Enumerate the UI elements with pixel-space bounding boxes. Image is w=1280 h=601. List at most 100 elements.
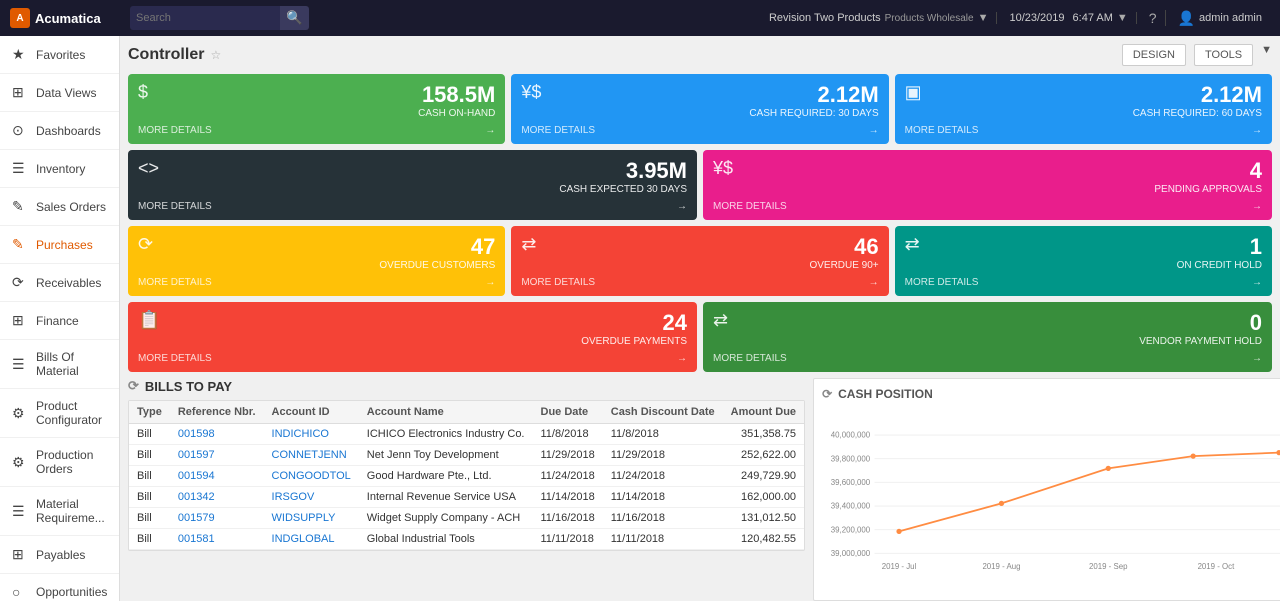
bill-due-date: 11/24/2018 (533, 466, 603, 487)
cash-pos-refresh-icon[interactable]: ⟳ (822, 387, 832, 401)
bills-col-header: Amount Due (723, 401, 804, 424)
finance-icon: ⊞ (12, 312, 28, 329)
opportunities-icon: ○ (12, 584, 28, 600)
tile-label-cash-expected: CASH EXPECTED 30 DAYS (559, 184, 687, 195)
tile-more-overdue-customers[interactable]: MORE DETAILS (138, 277, 212, 288)
bill-due-date: 11/11/2018 (533, 529, 603, 550)
tile-overdue-customers[interactable]: ⟳ 47 OVERDUE CUSTOMERS MORE DETAILS → (128, 226, 505, 296)
search-wrapper: 🔍 (130, 6, 309, 30)
app-logo[interactable]: A Acumatica (10, 8, 120, 28)
tile-vendor-payment-hold[interactable]: ⇄ 0 VENDOR PAYMENT HOLD MORE DETAILS → (703, 302, 1272, 372)
tile-cash-expected[interactable]: <> 3.95M CASH EXPECTED 30 DAYS MORE DETA… (128, 150, 697, 220)
sidebar-item-product-config[interactable]: ⚙Product Configurator (0, 389, 119, 438)
tile-icon-vendor-payment-hold: ⇄ (713, 310, 728, 331)
tile-on-credit-hold[interactable]: ⇄ 1 ON CREDIT HOLD MORE DETAILS → (895, 226, 1272, 296)
sidebar-item-dashboards[interactable]: ⊙Dashboards (0, 112, 119, 150)
help-section[interactable]: ? (1141, 10, 1166, 26)
sidebar-item-finance[interactable]: ⊞ Finance (0, 302, 119, 340)
bill-ref: 001581 (170, 529, 264, 550)
datetime-info[interactable]: 10/23/2019 6:47 AM ▼ (1001, 12, 1136, 24)
svg-text:2019 - Jul: 2019 - Jul (882, 562, 917, 571)
tile-label-cash-on-hand: CASH ON-HAND (418, 108, 495, 119)
bill-ref-link[interactable]: 001598 (178, 428, 215, 440)
sidebar-item-inventory[interactable]: ☰Inventory (0, 150, 119, 188)
product-info[interactable]: Revision Two Products Products Wholesale… (761, 12, 998, 24)
sidebar-item-sales-orders[interactable]: ✎Sales Orders (0, 188, 119, 226)
svg-text:40,000,000: 40,000,000 (831, 431, 871, 440)
bills-table: TypeReference Nbr.Account IDAccount Name… (129, 401, 804, 550)
sidebar-item-bills[interactable]: ☰Bills Of Material (0, 340, 119, 389)
right-panel: ⟳ CASH POSITION 40,000,000 39,800,000 39… (813, 378, 1280, 601)
bill-account-id: IRSGOV (264, 487, 359, 508)
tile-overdue-90[interactable]: ⇄ 46 OVERDUE 90+ MORE DETAILS → (511, 226, 888, 296)
tile-overdue-payments[interactable]: 📋 24 OVERDUE PAYMENTS MORE DETAILS → (128, 302, 697, 372)
tile-label-cash-req-30: CASH REQUIRED: 30 DAYS (749, 108, 878, 119)
sidebar-item-favorites[interactable]: ★Favorites (0, 36, 119, 74)
page-header: Controller ☆ DESIGN TOOLS ▼ (128, 44, 1272, 66)
tile-more-overdue-payments[interactable]: MORE DETAILS (138, 353, 212, 364)
tile-value-cash-req-30: 2.12M (749, 82, 878, 108)
tile-arrow-cash-req-30: → (869, 125, 879, 136)
tile-more-pending-approvals[interactable]: MORE DETAILS (713, 201, 787, 212)
bill-account-link[interactable]: INDGLOBAL (272, 533, 335, 545)
favorite-star-icon[interactable]: ☆ (210, 48, 221, 62)
bill-ref-link[interactable]: 001597 (178, 449, 215, 461)
tools-dropdown-icon[interactable]: ▼ (1261, 44, 1272, 66)
table-row: Bill 001597 CONNETJENN Net Jenn Toy Deve… (129, 445, 804, 466)
bill-account-link[interactable]: INDICHICO (272, 428, 329, 440)
sidebar-item-purchases[interactable]: ✎Purchases (0, 226, 119, 264)
design-button[interactable]: DESIGN (1122, 44, 1186, 66)
tile-value-on-credit-hold: 1 (1177, 234, 1262, 260)
tile-cash-req-60[interactable]: ▣ 2.12M CASH REQUIRED: 60 DAYS MORE DETA… (895, 74, 1272, 144)
bill-ref-link[interactable]: 001581 (178, 533, 215, 545)
table-row: Bill 001342 IRSGOV Internal Revenue Serv… (129, 487, 804, 508)
bill-account-id: CONGOODTOL (264, 466, 359, 487)
tools-button[interactable]: TOOLS (1194, 44, 1253, 66)
svg-text:2019 - Oct: 2019 - Oct (1198, 562, 1236, 571)
sidebar-item-receivables[interactable]: ⟳Receivables (0, 264, 119, 302)
bill-account-link[interactable]: CONNETJENN (272, 449, 347, 461)
search-button[interactable]: 🔍 (280, 6, 309, 30)
material-icon: ☰ (12, 503, 28, 520)
sidebar-item-production[interactable]: ⚙Production Orders (0, 438, 119, 487)
bill-ref-link[interactable]: 001594 (178, 470, 215, 482)
sidebar-item-opportunities[interactable]: ○Opportunities (0, 574, 119, 601)
finance-label: Finance (36, 314, 79, 328)
bills-refresh-icon[interactable]: ⟳ (128, 378, 139, 394)
tile-more-cash-req-60[interactable]: MORE DETAILS (905, 125, 979, 136)
tile-more-vendor-payment-hold[interactable]: MORE DETAILS (713, 353, 787, 364)
top-navigation: A Acumatica 🔍 Revision Two Products Prod… (0, 0, 1280, 36)
tile-more-cash-expected[interactable]: MORE DETAILS (138, 201, 212, 212)
tile-more-cash-req-30[interactable]: MORE DETAILS (521, 125, 595, 136)
bill-account-link[interactable]: WIDSUPPLY (272, 512, 336, 524)
sidebar-item-material[interactable]: ☰Material Requireme... (0, 487, 119, 536)
tile-value-cash-on-hand: 158.5M (418, 82, 495, 108)
search-input[interactable] (130, 6, 280, 30)
bill-discount-date: 11/29/2018 (603, 445, 723, 466)
bill-ref-link[interactable]: 001342 (178, 491, 215, 503)
data-views-icon: ⊞ (12, 84, 28, 101)
dashboards-icon: ⊙ (12, 122, 28, 139)
app-name: Acumatica (35, 11, 101, 26)
time-display: 6:47 AM (1073, 12, 1113, 24)
bill-ref-link[interactable]: 001579 (178, 512, 215, 524)
bill-account-name: Good Hardware Pte., Ltd. (359, 466, 533, 487)
bills-col-header: Account Name (359, 401, 533, 424)
tile-value-overdue-payments: 24 (581, 310, 687, 336)
table-row: Bill 001581 INDGLOBAL Global Industrial … (129, 529, 804, 550)
tile-more-cash-on-hand[interactable]: MORE DETAILS (138, 125, 212, 136)
sales-orders-icon: ✎ (12, 198, 28, 215)
bill-account-link[interactable]: CONGOODTOL (272, 470, 351, 482)
sidebar-item-data-views[interactable]: ⊞Data Views (0, 74, 119, 112)
tile-arrow-cash-req-60: → (1252, 125, 1262, 136)
user-section[interactable]: 👤 admin admin (1170, 10, 1270, 27)
tile-more-overdue-90[interactable]: MORE DETAILS (521, 277, 595, 288)
svg-text:2019 - Sep: 2019 - Sep (1089, 562, 1128, 571)
sidebar-item-payables[interactable]: ⊞Payables (0, 536, 119, 574)
tile-pending-approvals[interactable]: ¥$ 4 PENDING APPROVALS MORE DETAILS → (703, 150, 1272, 220)
bill-account-link[interactable]: IRSGOV (272, 491, 315, 503)
tile-cash-req-30[interactable]: ¥$ 2.12M CASH REQUIRED: 30 DAYS MORE DET… (511, 74, 888, 144)
tile-cash-on-hand[interactable]: $ 158.5M CASH ON-HAND MORE DETAILS → (128, 74, 505, 144)
bill-type: Bill (129, 487, 170, 508)
tile-more-on-credit-hold[interactable]: MORE DETAILS (905, 277, 979, 288)
